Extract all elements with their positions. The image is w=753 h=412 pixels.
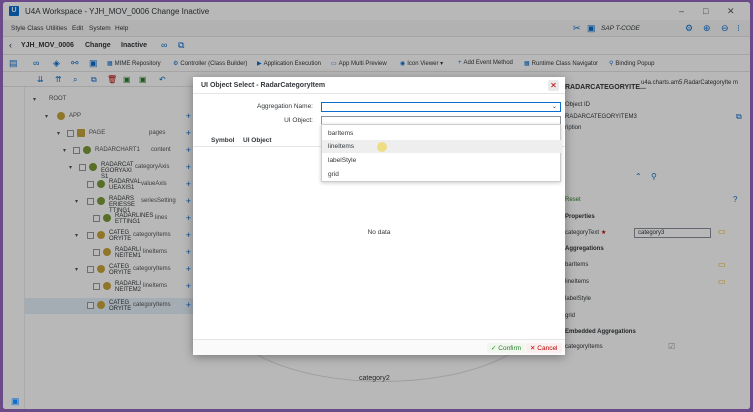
col-ui-object: UI Object [243, 137, 272, 144]
aggregation-dropdown: barItems lineItems labelStyle grid [321, 124, 562, 182]
aggregation-name-select[interactable]: ⌄ [321, 102, 561, 112]
close-icon[interactable]: ✕ [548, 80, 559, 91]
no-data-text: No data [367, 229, 391, 236]
option-labelstyle[interactable]: labelStyle [322, 154, 562, 167]
ui-object-label: UI Object: [284, 117, 313, 124]
col-symbol: Symbol [211, 137, 235, 144]
aggregation-name-label: Aggregation Name: [256, 103, 313, 110]
confirm-button[interactable]: ✓ Confirm [487, 343, 526, 353]
mouse-cursor-icon [377, 142, 387, 152]
app-window: U U4A Workspace - YJH_MOV_0006 Change In… [3, 2, 750, 409]
chevron-down-icon[interactable]: ⌄ [552, 103, 557, 110]
dialog-footer: ✓ Confirm ✕ Cancel [193, 339, 565, 355]
cancel-button[interactable]: ✕ Cancel [526, 343, 562, 353]
option-baritems[interactable]: barItems [322, 127, 562, 140]
confirm-label: Confirm [498, 345, 522, 352]
dialog-header: UI Object Select - RadarCategoryItem ✕ [193, 77, 565, 94]
user-icon[interactable]: ▣ [11, 396, 20, 407]
cancel-label: Cancel [537, 345, 558, 352]
option-grid[interactable]: grid [322, 168, 562, 181]
option-lineitems[interactable]: lineItems [322, 140, 562, 153]
dialog-title: UI Object Select - RadarCategoryItem [201, 82, 326, 89]
ui-object-select-dialog: UI Object Select - RadarCategoryItem ✕ A… [193, 77, 565, 355]
